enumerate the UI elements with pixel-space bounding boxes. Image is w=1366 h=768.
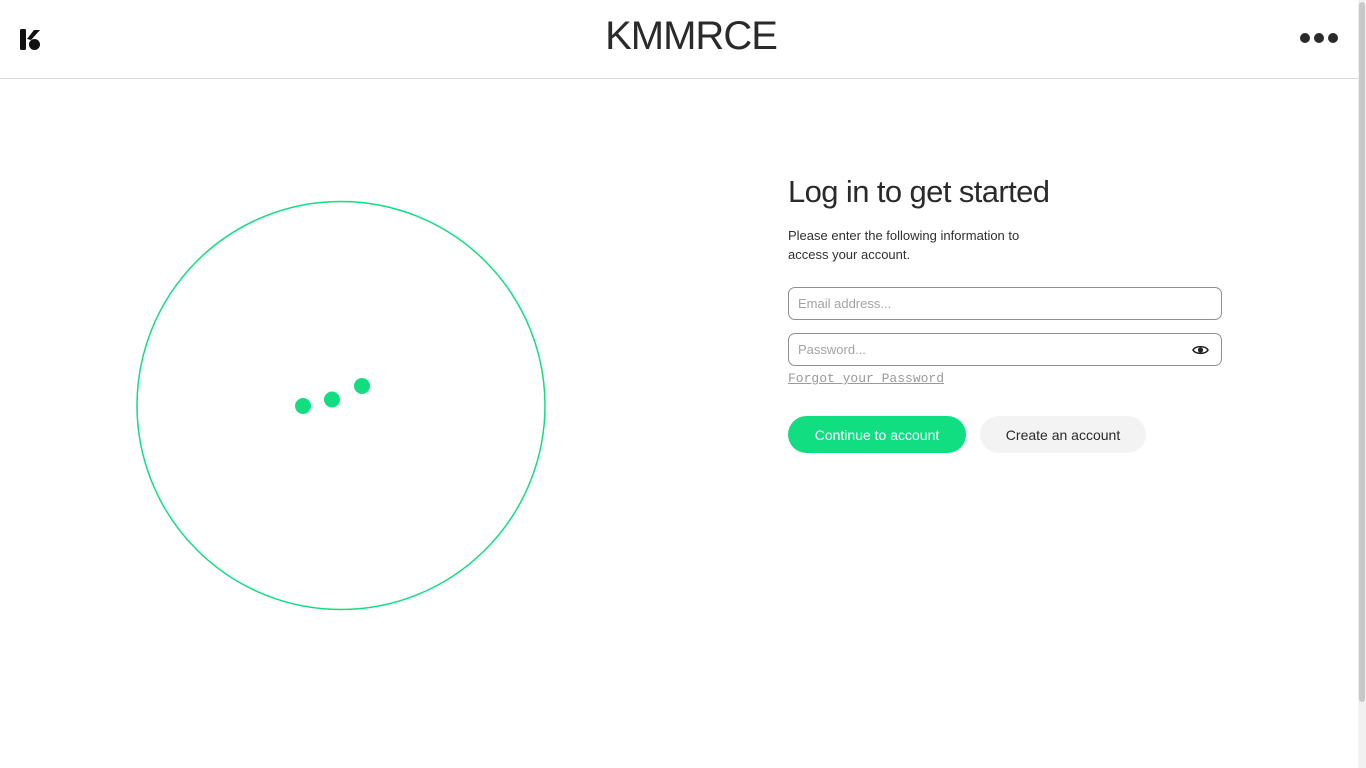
login-actions: Continue to account Create an account — [788, 416, 1222, 453]
forgot-password-link[interactable]: Forgot your Password — [788, 371, 944, 386]
continue-button[interactable]: Continue to account — [788, 416, 966, 453]
password-input[interactable] — [789, 334, 1221, 365]
loader-dot — [324, 391, 340, 408]
more-dots-icon[interactable] — [1299, 31, 1339, 45]
create-account-button[interactable]: Create an account — [980, 416, 1146, 453]
login-form: Log in to get started Please enter the f… — [788, 172, 1222, 453]
loader-dot — [295, 398, 311, 414]
eye-icon[interactable] — [1192, 343, 1209, 357]
loader-ring — [136, 200, 546, 611]
loader-dot — [354, 378, 370, 394]
email-field-wrapper — [788, 287, 1222, 320]
top-header: KMMRCE — [0, 0, 1358, 79]
password-field-wrapper — [788, 333, 1222, 366]
email-input[interactable] — [789, 288, 1221, 319]
brand-title: KMMRCE — [605, 14, 778, 58]
scrollbar-thumb[interactable] — [1359, 2, 1365, 702]
login-title: Log in to get started — [788, 174, 1050, 209]
login-subtitle: Please enter the following information t… — [788, 228, 1020, 262]
loading-dots-icon — [136, 200, 546, 611]
page-scrollbar[interactable] — [1358, 0, 1366, 768]
